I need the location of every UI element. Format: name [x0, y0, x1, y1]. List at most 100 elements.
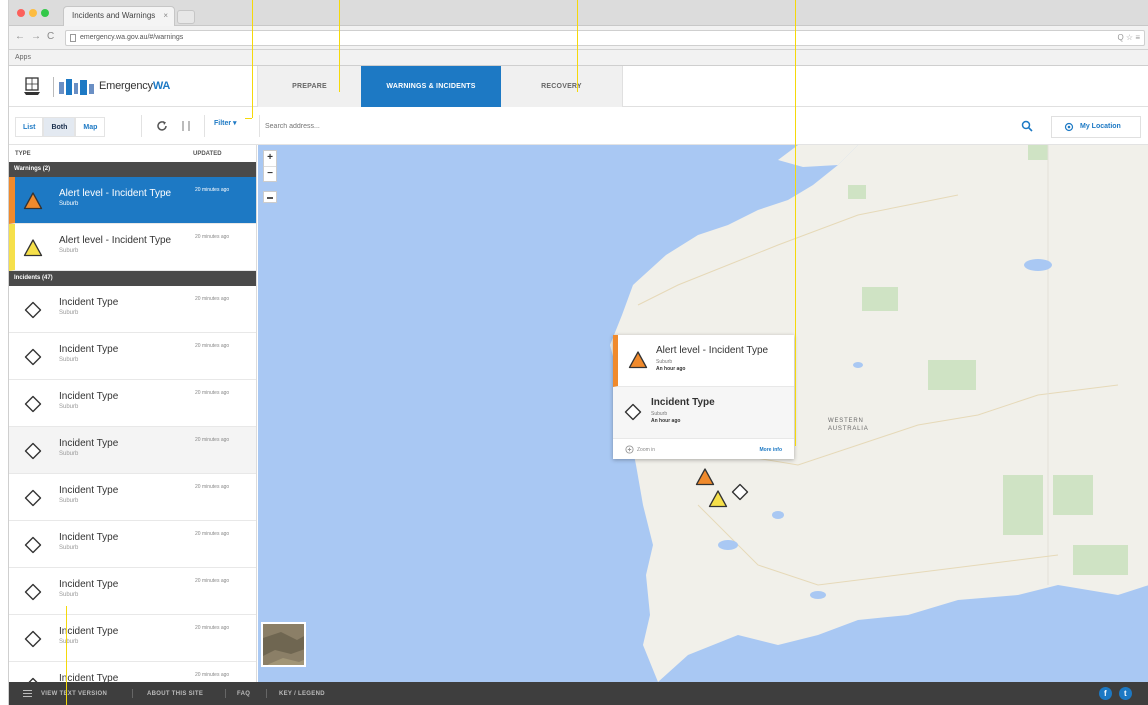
- browser-tab[interactable]: Incidents and Warnings ×: [63, 6, 175, 26]
- url-actions-icons[interactable]: Q ☆ ≡: [1117, 31, 1140, 45]
- footer-link-about[interactable]: ABOUT THIS SITE: [147, 691, 203, 697]
- incident-row[interactable]: Incident TypeSuburb20 minutes ago: [9, 474, 256, 521]
- back-icon[interactable]: ←: [15, 31, 25, 42]
- incident-suburb: Suburb: [59, 498, 79, 504]
- zoom-in-icon[interactable]: [625, 445, 634, 454]
- url-field[interactable]: emergency.wa.gov.au/#/warnings Q ☆ ≡: [65, 30, 1145, 46]
- warning-suburb: Suburb: [59, 201, 79, 207]
- region-label-line1: WESTERN: [828, 418, 864, 424]
- map-view[interactable]: + − WESTERN AUSTRALIA Alert level - Inci…: [258, 145, 1148, 682]
- my-location-button[interactable]: My Location: [1051, 116, 1141, 138]
- browser-tabbar: Incidents and Warnings ×: [9, 0, 1148, 26]
- incident-row[interactable]: Incident TypeSuburb20 minutes ago: [9, 380, 256, 427]
- bookmark-apps[interactable]: Apps: [15, 54, 31, 61]
- incident-row[interactable]: Incident TypeSuburb20 minutes ago: [9, 662, 256, 682]
- incident-title: Incident Type: [59, 626, 119, 637]
- popup-item-time: An hour ago: [651, 418, 681, 424]
- footer-link-text-version[interactable]: VIEW TEXT VERSION: [41, 691, 107, 697]
- page-icon: [70, 34, 76, 42]
- incident-suburb: Suburb: [59, 592, 79, 598]
- incident-row[interactable]: Incident TypeSuburb20 minutes ago: [9, 615, 256, 662]
- forward-icon[interactable]: →: [31, 31, 41, 42]
- search-icon[interactable]: [1021, 120, 1033, 132]
- maximize-window-button[interactable]: [41, 9, 49, 17]
- incident-row[interactable]: Incident TypeSuburb20 minutes ago: [9, 286, 256, 333]
- toolbar-divider: [259, 115, 260, 137]
- incident-title: Incident Type: [59, 344, 119, 355]
- tab-prepare[interactable]: PREPARE: [257, 66, 361, 107]
- warning-row[interactable]: Alert level - Incident Type Suburb 20 mi…: [9, 224, 256, 271]
- filter-dropdown[interactable]: Filter ▾: [214, 119, 237, 127]
- incident-title: Incident Type: [59, 673, 119, 682]
- brand-accent: WA: [152, 80, 171, 92]
- diamond-icon: [24, 348, 42, 366]
- region-label-line2: AUSTRALIA: [828, 426, 869, 432]
- callout-line-recovery: [577, 0, 578, 92]
- address-bar: ← → C emergency.wa.gov.au/#/warnings Q ☆…: [9, 26, 1148, 50]
- tab-close-icon[interactable]: ×: [163, 7, 168, 25]
- new-tab-button[interactable]: [177, 10, 195, 24]
- tab-recovery[interactable]: RECOVERY: [501, 66, 623, 107]
- refresh-icon[interactable]: [155, 119, 169, 133]
- footer-link-legend[interactable]: KEY / LEGEND: [279, 691, 325, 697]
- minimize-window-button[interactable]: [29, 9, 37, 17]
- incident-list-panel[interactable]: TYPE UPDATED Warnings (2) Alert level - …: [9, 145, 257, 682]
- column-updated[interactable]: UPDATED: [193, 151, 222, 157]
- facebook-icon[interactable]: f: [1099, 687, 1112, 700]
- diamond-icon: [24, 301, 42, 319]
- measure-button[interactable]: [263, 191, 277, 203]
- brand-prefix: Emergency: [99, 80, 153, 92]
- popup-more-info-link[interactable]: More info: [760, 447, 783, 453]
- zoom-in-button[interactable]: +: [264, 151, 276, 166]
- government-crest-icon: [24, 77, 40, 95]
- view-map-button[interactable]: Map: [75, 117, 106, 137]
- menu-icon[interactable]: [23, 690, 32, 697]
- triangle-orange-icon: [628, 351, 648, 369]
- warnings-section-header[interactable]: Warnings (2): [9, 162, 256, 177]
- close-window-button[interactable]: [17, 9, 25, 17]
- view-both-button[interactable]: Both: [43, 117, 76, 137]
- popup-zoom-in-link[interactable]: Zoom in: [637, 447, 655, 453]
- popup-incident-item[interactable]: Incident Type Suburb An hour ago: [613, 387, 794, 439]
- callout-line-filter-tick: [245, 118, 252, 119]
- brand-name[interactable]: EmergencyWA: [99, 80, 170, 92]
- view-list-button[interactable]: List: [15, 117, 44, 137]
- pause-icon[interactable]: [181, 120, 191, 132]
- list-column-header: TYPE UPDATED: [9, 145, 256, 162]
- region-label: WESTERN AUSTRALIA: [828, 417, 869, 433]
- map-marker-incident[interactable]: [730, 482, 750, 502]
- incident-row[interactable]: Incident TypeSuburb20 minutes ago: [9, 333, 256, 380]
- view-toggle: List Both Map: [15, 117, 106, 137]
- diamond-icon: [24, 442, 42, 460]
- callout-line-list: [66, 606, 67, 705]
- diamond-icon: [624, 403, 642, 421]
- incidents-section-header[interactable]: Incidents (47): [9, 271, 256, 286]
- popup-item-suburb: Suburb: [656, 359, 673, 365]
- warning-updated: 20 minutes ago: [195, 187, 230, 193]
- address-search-input[interactable]: [265, 116, 1037, 136]
- map-marker-yellow-warning[interactable]: [708, 489, 728, 509]
- incident-title: Incident Type: [59, 532, 119, 543]
- reload-icon[interactable]: C: [47, 31, 54, 42]
- satellite-toggle-button[interactable]: [261, 622, 306, 667]
- incident-row[interactable]: Incident TypeSuburb20 minutes ago: [9, 427, 256, 474]
- footer-bar: VIEW TEXT VERSION ABOUT THIS SITE FAQ KE…: [9, 682, 1148, 705]
- column-type[interactable]: TYPE: [15, 151, 31, 157]
- incident-title: Incident Type: [59, 485, 119, 496]
- popup-item-title: Alert level - Incident Type: [656, 345, 769, 356]
- map-popup[interactable]: Alert level - Incident Type Suburb An ho…: [613, 335, 794, 459]
- tab-warnings-incidents[interactable]: WARNINGS & INCIDENTS: [361, 66, 501, 107]
- incident-suburb: Suburb: [59, 639, 79, 645]
- diamond-icon: [24, 536, 42, 554]
- footer-link-faq[interactable]: FAQ: [237, 691, 250, 697]
- warning-row[interactable]: Alert level - Incident Type Suburb 20 mi…: [9, 177, 256, 224]
- incident-row[interactable]: Incident TypeSuburb20 minutes ago: [9, 568, 256, 615]
- map-marker-orange-warning[interactable]: [695, 467, 715, 487]
- triangle-yellow-icon: [23, 239, 43, 257]
- callout-line-map-popup: [795, 0, 796, 446]
- popup-footer: Zoom in More info: [613, 439, 794, 459]
- twitter-icon[interactable]: t: [1119, 687, 1132, 700]
- zoom-out-button[interactable]: −: [264, 166, 276, 181]
- popup-warning-item[interactable]: Alert level - Incident Type Suburb An ho…: [613, 335, 794, 387]
- incident-row[interactable]: Incident TypeSuburb20 minutes ago: [9, 521, 256, 568]
